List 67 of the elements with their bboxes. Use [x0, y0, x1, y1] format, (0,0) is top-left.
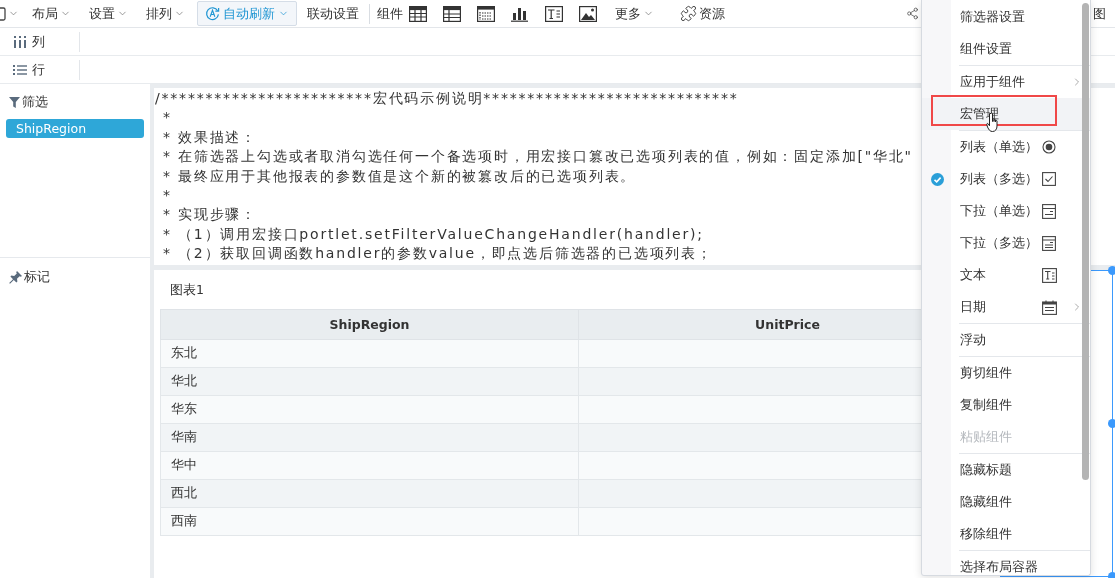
menu-item[interactable]: 应用于组件	[922, 66, 1090, 98]
text-box-icon	[545, 5, 563, 22]
menu-item[interactable]: 隐藏组件	[922, 486, 1090, 518]
menu-item[interactable]: 下拉（单选）	[922, 195, 1090, 227]
auto-refresh-icon	[205, 6, 220, 21]
menu-item[interactable]: 列表（多选）	[922, 163, 1090, 195]
list-icon	[13, 63, 27, 76]
menu-item[interactable]: 选择布局容器	[922, 551, 1090, 575]
menu-item[interactable]: 筛选器设置	[922, 1, 1090, 33]
calendar-icon	[1041, 299, 1057, 315]
columns-icon	[13, 35, 27, 48]
image-icon	[579, 5, 597, 22]
menu-item[interactable]: 剪切组件	[922, 357, 1090, 389]
text-box-icon	[1041, 267, 1057, 283]
share-icon[interactable]	[906, 7, 919, 20]
shelf-label: 行	[32, 60, 45, 79]
menu-item[interactable]: 宏管理	[922, 98, 1090, 130]
menu-item[interactable]: 文本	[922, 259, 1090, 291]
column-header: ShipRegion	[160, 309, 579, 340]
more-menu[interactable]: 更多	[607, 1, 662, 26]
multi-dropdown-icon	[1042, 235, 1056, 251]
bar-chart-icon	[511, 5, 529, 22]
toolbar-label: 图	[1093, 4, 1107, 23]
filter-icon	[9, 97, 20, 108]
scrollbar-thumb[interactable]	[1082, 3, 1089, 480]
toolbar-menu[interactable]: 布局	[24, 1, 79, 26]
table-cell: 华东	[160, 395, 579, 424]
table-cell: 华北	[160, 367, 579, 396]
toolbar-menu[interactable]: 设置	[81, 1, 136, 26]
linkage-settings-button[interactable]: 联动设置	[297, 1, 369, 26]
menu-item[interactable]: 移除组件	[922, 518, 1090, 550]
table-cell: 西南	[160, 507, 579, 536]
menu-item[interactable]: 下拉（多选）	[922, 227, 1090, 259]
code-line: * 实现步骤：	[162, 205, 258, 225]
table-cell: 华中	[160, 451, 579, 480]
section-title: 标记	[24, 269, 50, 286]
table-icon	[409, 5, 427, 22]
code-line: * （1）调用宏接口portlet.setFilterValueChangeHandler(handler);	[162, 224, 704, 244]
menu-item[interactable]: 组件设置	[922, 33, 1090, 65]
code-line: * 最终应用于其他报表的参数值是这个新的被篡改后的已选项列表。	[162, 166, 637, 186]
crosstab-icon	[443, 5, 461, 22]
menu-item[interactable]: 复制组件	[922, 389, 1090, 421]
toolbar-menu[interactable]: 排列	[138, 1, 193, 26]
component-title: 图表1	[169, 281, 204, 299]
menu-item[interactable]: 列表（单选）	[922, 131, 1090, 163]
shelf-label: 列	[32, 32, 45, 51]
grid-table-icon	[477, 5, 495, 22]
table-cell: 西北	[160, 479, 579, 508]
code-line: * 在筛选器上勾选或者取消勾选任何一个备选项时，用宏接口篡改已选项列表的值，例如：固定添加["华北"	[162, 147, 913, 167]
radio-icon	[1042, 140, 1056, 154]
dropdown-icon	[1042, 203, 1056, 219]
section-title: 筛选	[22, 94, 48, 111]
code-line: * 效果描述：	[162, 127, 258, 147]
code-line: *	[162, 108, 172, 128]
menu-item[interactable]: 隐藏标题	[922, 454, 1090, 486]
code-line: *	[162, 186, 172, 206]
toolbar-label: 组件	[376, 4, 403, 23]
resources-button[interactable]: 资源	[672, 1, 733, 26]
resize-handle[interactable]	[1108, 419, 1115, 428]
checkbox-icon	[1042, 172, 1056, 186]
table-cell: 华南	[160, 423, 579, 452]
table-cell: 东北	[160, 339, 579, 368]
pin-icon	[9, 271, 22, 284]
code-line: /************************宏代码示例说明*****************************	[155, 89, 739, 108]
puzzle-icon	[680, 5, 697, 22]
resize-handle[interactable]	[1108, 266, 1115, 275]
code-line: * （2）获取回调函数handler的参数value，即点选后筛选器的已选项列表；	[162, 244, 713, 264]
